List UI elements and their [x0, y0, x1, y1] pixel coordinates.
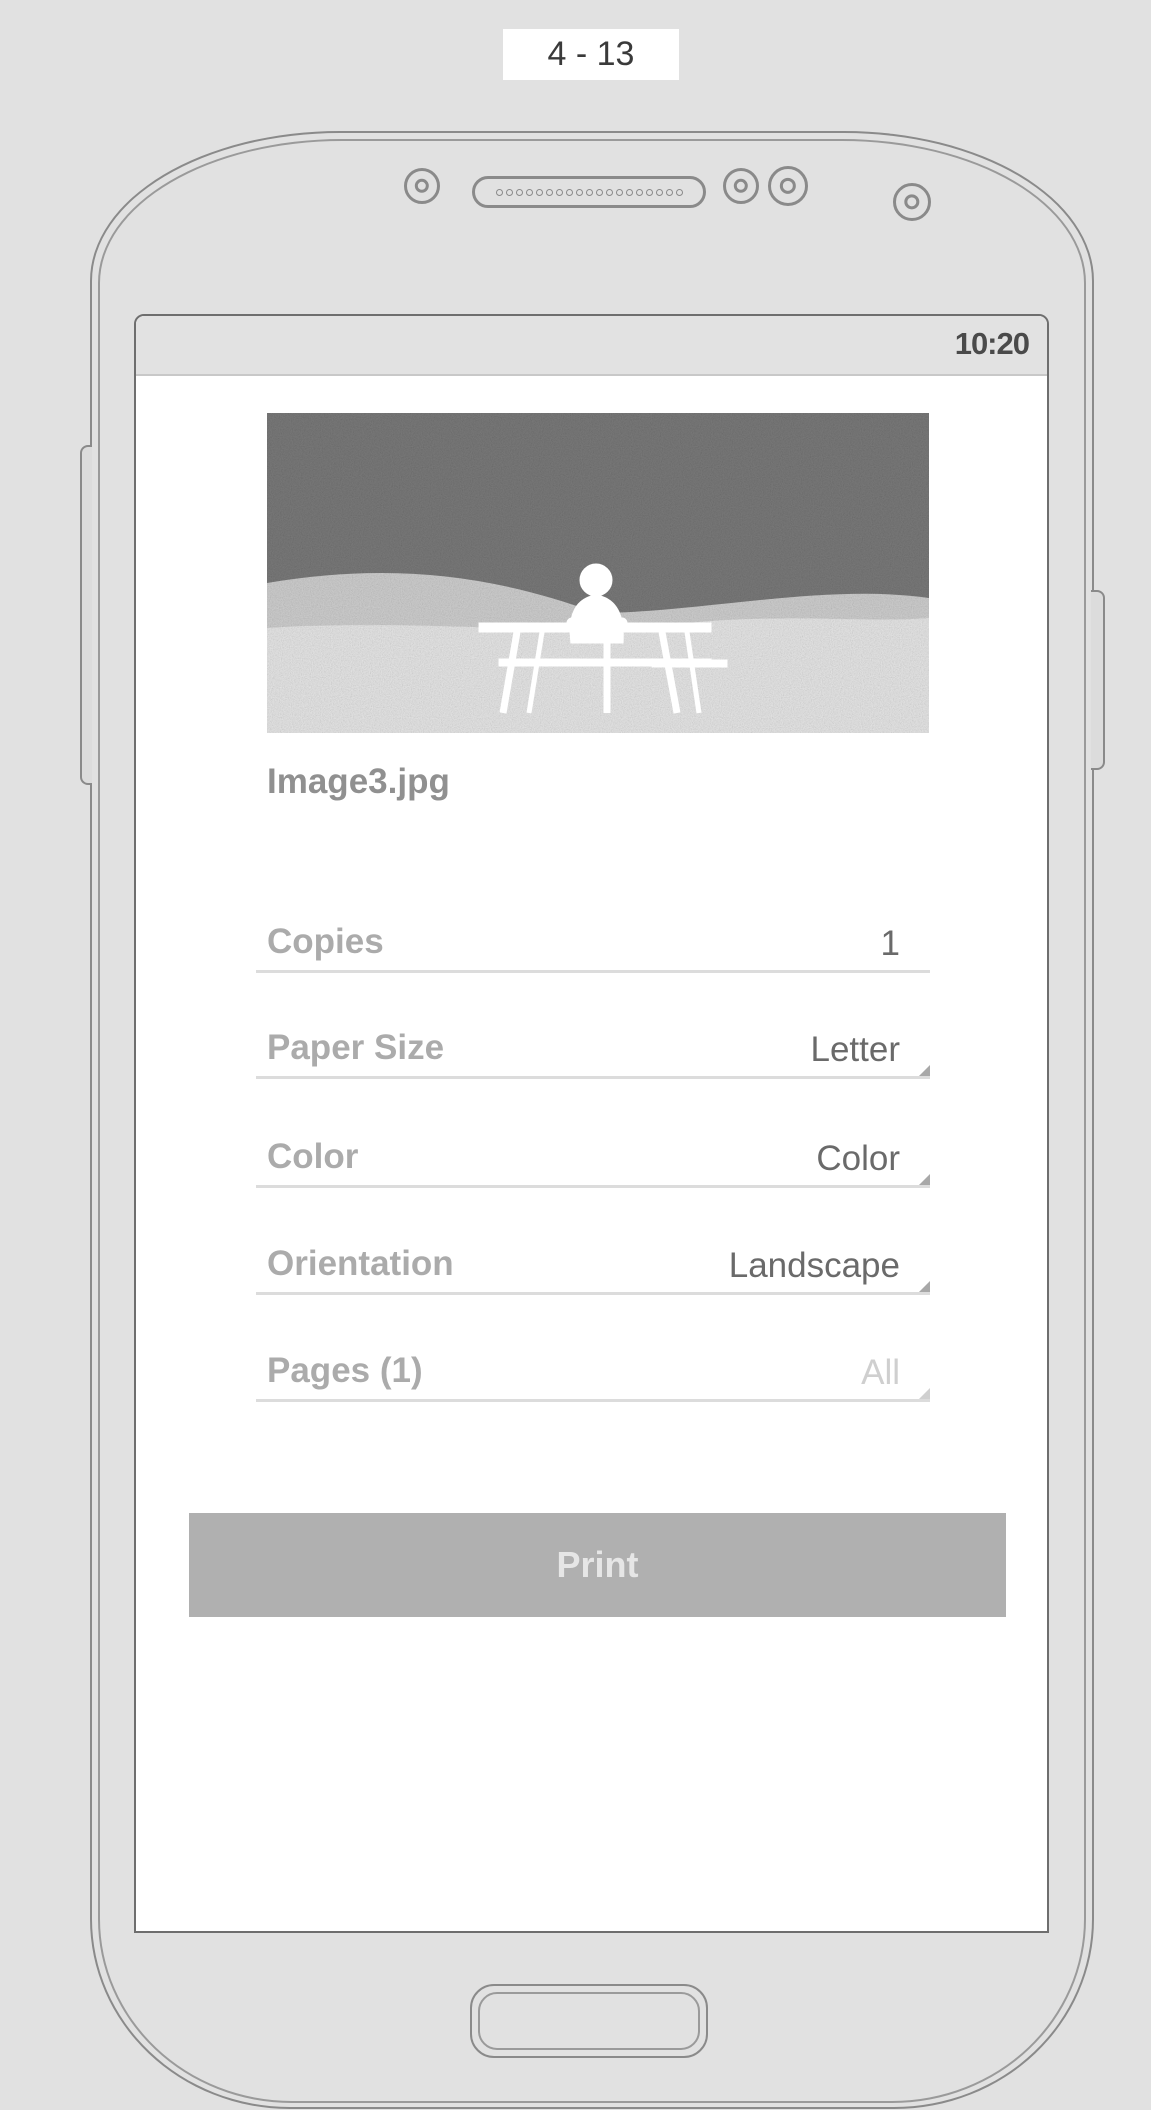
- print-button[interactable]: Print: [189, 1513, 1006, 1617]
- color-select[interactable]: Color Color: [256, 1125, 930, 1188]
- earpiece-speaker: [472, 176, 706, 208]
- home-button[interactable]: [470, 1984, 708, 2058]
- orientation-select[interactable]: Orientation Landscape: [256, 1232, 930, 1295]
- pages-select[interactable]: Pages (1) All: [256, 1339, 930, 1402]
- image-preview: [267, 413, 929, 733]
- copies-field[interactable]: Copies 1: [256, 910, 930, 973]
- file-name: Image3.jpg: [267, 762, 450, 801]
- volume-button: [80, 445, 92, 785]
- orientation-label: Orientation: [267, 1244, 454, 1283]
- pages-value: All: [861, 1353, 900, 1392]
- sensor-icon: [404, 168, 440, 204]
- proximity-sensor-icon: [723, 168, 759, 204]
- power-button: [1091, 590, 1105, 770]
- color-value: Color: [816, 1139, 900, 1178]
- image-preview-icon: [267, 413, 929, 733]
- pages-label: Pages (1): [267, 1351, 423, 1390]
- light-sensor-icon: [893, 183, 931, 221]
- paper-size-label: Paper Size: [267, 1028, 445, 1067]
- phone-screen: 10:20 Image3.jpg Copies 1 Paper Size Let…: [134, 314, 1049, 1933]
- copies-label: Copies: [267, 922, 384, 961]
- dropdown-caret-icon: [919, 1174, 930, 1185]
- mockup-page: 4 - 13 10:20 Image3.jpg Copies 1 Paper S…: [0, 0, 1151, 2110]
- dropdown-caret-icon: [919, 1065, 930, 1076]
- status-bar: 10:20: [136, 316, 1047, 376]
- paper-size-select[interactable]: Paper Size Letter: [256, 1016, 930, 1079]
- dropdown-caret-icon: [919, 1281, 930, 1292]
- status-time: 10:20: [954, 326, 1030, 361]
- orientation-value: Landscape: [728, 1246, 900, 1285]
- front-camera-icon: [768, 166, 808, 206]
- paper-size-value: Letter: [810, 1030, 901, 1069]
- page-label: 4 - 13: [503, 29, 679, 80]
- copies-value[interactable]: 1: [881, 924, 900, 964]
- color-label: Color: [267, 1137, 359, 1176]
- dropdown-caret-icon: [919, 1388, 930, 1399]
